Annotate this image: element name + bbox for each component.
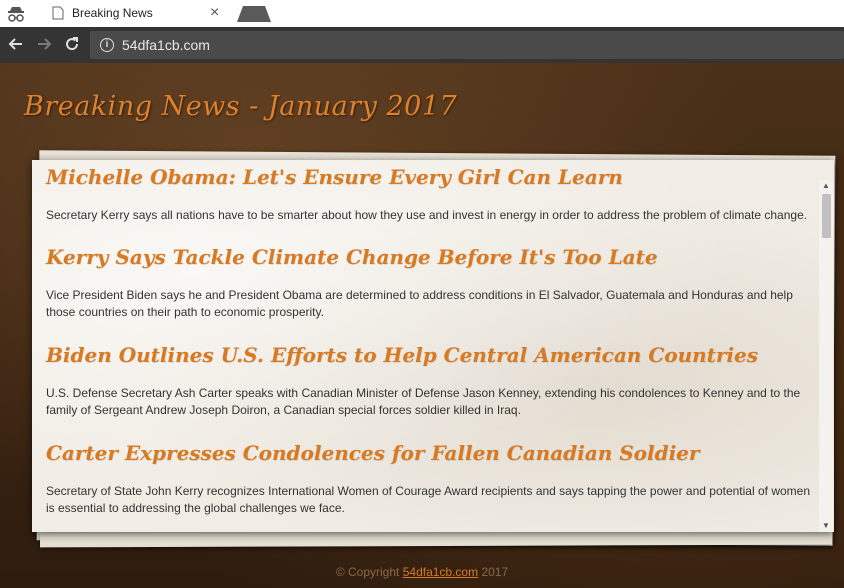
forward-arrow-icon[interactable] <box>35 35 53 53</box>
article-text: Secretary of State John Kerry recognizes… <box>46 484 810 515</box>
paper-stack-bottom <box>39 530 833 548</box>
document-icon <box>52 6 64 20</box>
scroll-thumb[interactable] <box>822 194 831 238</box>
scrollbar[interactable]: ▲ ▼ <box>819 180 833 532</box>
tab-strip: Breaking News × <box>0 0 844 27</box>
back-arrow-icon[interactable] <box>7 35 25 53</box>
article-text: Secretary Kerry says all nations have to… <box>46 208 808 222</box>
article-title[interactable]: Kerry Says Tackle Climate Change Before … <box>46 245 658 269</box>
browser-toolbar: i 54dfa1cb.com <box>0 27 844 63</box>
copyright-prefix: © Copyright <box>335 565 400 579</box>
scroll-up-icon[interactable]: ▲ <box>819 180 833 192</box>
address-bar[interactable]: i 54dfa1cb.com <box>90 31 844 59</box>
news-panel[interactable]: Michelle Obama: Let's Ensure Every Girl … <box>32 160 834 532</box>
article-title[interactable]: Michelle Obama: Let's Ensure Every Girl … <box>46 165 623 189</box>
page-body: Breaking News - January 2017 Michelle Ob… <box>0 63 844 588</box>
info-icon[interactable]: i <box>100 38 114 52</box>
incognito-icon <box>8 7 24 22</box>
url-text: 54dfa1cb.com <box>122 37 210 53</box>
footer-link[interactable]: 54dfa1cb.com <box>403 565 478 579</box>
page-title: Breaking News - January 2017 <box>24 91 458 122</box>
article-text: Vice President Biden says he and Preside… <box>46 288 793 319</box>
footer: © Copyright 54dfa1cb.com 2017 <box>0 565 844 579</box>
tab-title: Breaking News <box>72 6 153 20</box>
new-tab-button[interactable] <box>237 6 271 22</box>
article-title[interactable]: Biden Outlines U.S. Efforts to Help Cent… <box>46 343 758 367</box>
copyright-year: 2017 <box>481 565 509 579</box>
tab-close-icon[interactable]: × <box>210 4 219 22</box>
reload-icon[interactable] <box>63 35 81 53</box>
article-title[interactable]: Carter Expresses Condolences for Fallen … <box>46 441 699 465</box>
scroll-down-icon[interactable]: ▼ <box>819 520 833 532</box>
article-text: U.S. Defense Secretary Ash Carter speaks… <box>46 386 801 417</box>
